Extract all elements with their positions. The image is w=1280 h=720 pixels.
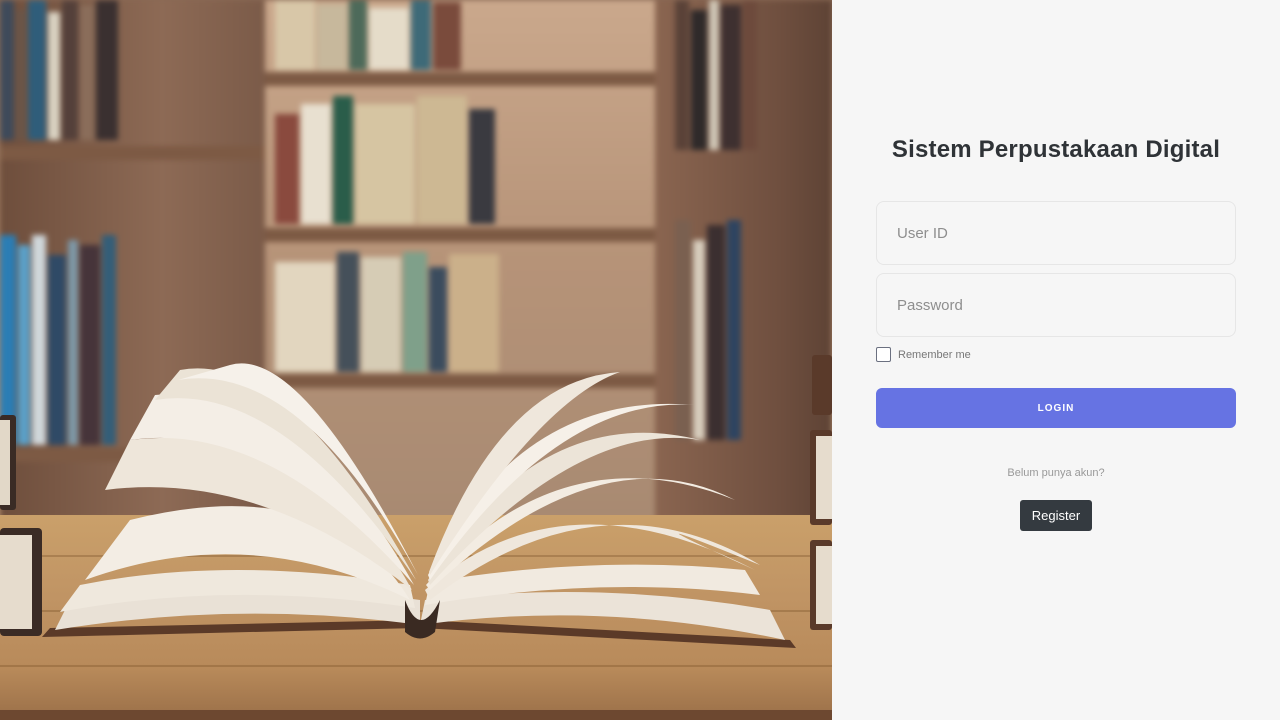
hero-library-image xyxy=(0,0,832,720)
user-id-input[interactable] xyxy=(876,201,1236,265)
open-book-illustration xyxy=(0,355,832,648)
app-title: Sistem Perpustakaan Digital xyxy=(891,136,1221,163)
remember-me-label: Remember me xyxy=(898,348,971,361)
login-panel: Sistem Perpustakaan Digital Remember me … xyxy=(832,0,1280,720)
no-account-text: Belum punya akun? xyxy=(1007,467,1105,479)
password-input[interactable] xyxy=(876,273,1236,337)
remember-me-checkbox[interactable] xyxy=(876,347,891,362)
remember-me-control[interactable]: Remember me xyxy=(876,347,971,362)
register-button[interactable]: Register xyxy=(1020,500,1092,531)
login-button[interactable]: LOGIN xyxy=(876,388,1236,428)
